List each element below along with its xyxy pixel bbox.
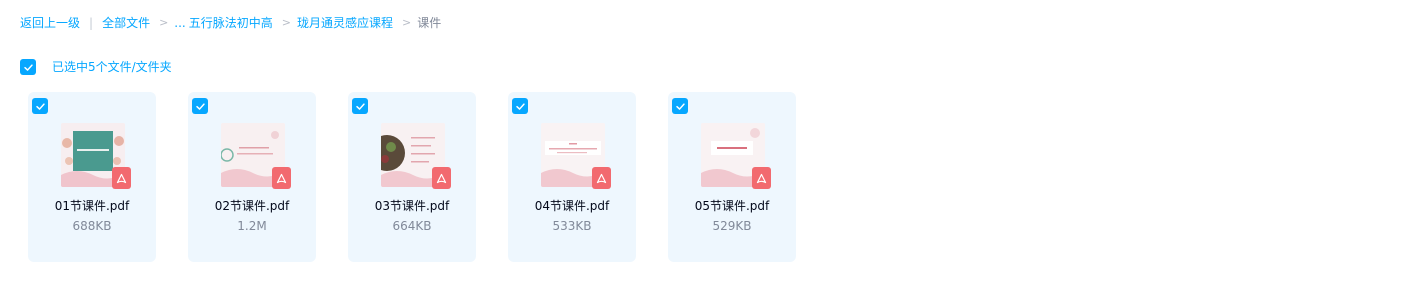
pdf-icon [272,167,291,189]
checkmark-icon [355,102,365,110]
breadcrumb-ellipsis[interactable]: ... [174,14,185,32]
checkmark-icon [515,102,525,110]
file-name: 01节课件.pdf [54,199,130,213]
back-link[interactable]: 返回上一级 [20,14,80,32]
file-name: 05节课件.pdf [694,199,770,213]
file-card[interactable]: 02节课件.pdf 1.2M [188,92,316,262]
breadcrumb-divider: | [89,16,94,30]
file-card[interactable]: 03节课件.pdf 664KB [348,92,476,262]
checkmark-icon [23,63,33,71]
selection-bar: 已选中5个文件/文件夹 [20,59,172,75]
file-checkbox[interactable] [672,98,688,114]
file-thumbnail [701,123,771,189]
file-checkbox[interactable] [512,98,528,114]
breadcrumb: 返回上一级 | 全部文件 > ... 五行脉法初中高 > 珑月通灵感应课程 > … [20,14,441,32]
pdf-icon [112,167,131,189]
file-card[interactable]: 01节课件.pdf 688KB [28,92,156,262]
file-browser: 返回上一级 | 全部文件 > ... 五行脉法初中高 > 珑月通灵感应课程 > … [0,0,1422,298]
selection-count-label: 已选中5个文件/文件夹 [52,60,172,74]
file-size: 1.2M [237,219,267,233]
breadcrumb-current: 课件 [417,16,442,30]
breadcrumb-folder-2[interactable]: 珑月通灵感应课程 [297,14,393,32]
file-card[interactable]: 05节课件.pdf 529KB [668,92,796,262]
file-grid: 01节课件.pdf 688KB 02节课件.pdf 1.2M 03节课件.pdf… [28,92,828,262]
file-thumbnail [381,123,451,189]
breadcrumb-folder-1[interactable]: 五行脉法初中高 [189,14,273,32]
breadcrumb-separator: > [281,16,291,29]
pdf-icon [752,167,771,189]
file-size: 533KB [552,219,592,233]
file-size: 664KB [392,219,432,233]
file-name: 03节课件.pdf [374,199,450,213]
pdf-icon [432,167,451,189]
file-name: 04节课件.pdf [534,199,610,213]
breadcrumb-separator: > [159,16,169,29]
file-thumbnail [221,123,291,189]
file-size: 688KB [72,219,112,233]
file-checkbox[interactable] [352,98,368,114]
checkmark-icon [195,102,205,110]
file-card[interactable]: 04节课件.pdf 533KB [508,92,636,262]
file-checkbox[interactable] [192,98,208,114]
select-all-checkbox[interactable] [20,59,36,75]
checkmark-icon [675,102,685,110]
file-size: 529KB [712,219,752,233]
breadcrumb-all-files[interactable]: 全部文件 [102,14,150,32]
checkmark-icon [35,102,45,110]
file-checkbox[interactable] [32,98,48,114]
file-name: 02节课件.pdf [214,199,290,213]
breadcrumb-separator: > [402,16,412,29]
file-thumbnail [541,123,611,189]
pdf-icon [592,167,611,189]
file-thumbnail [61,123,131,189]
